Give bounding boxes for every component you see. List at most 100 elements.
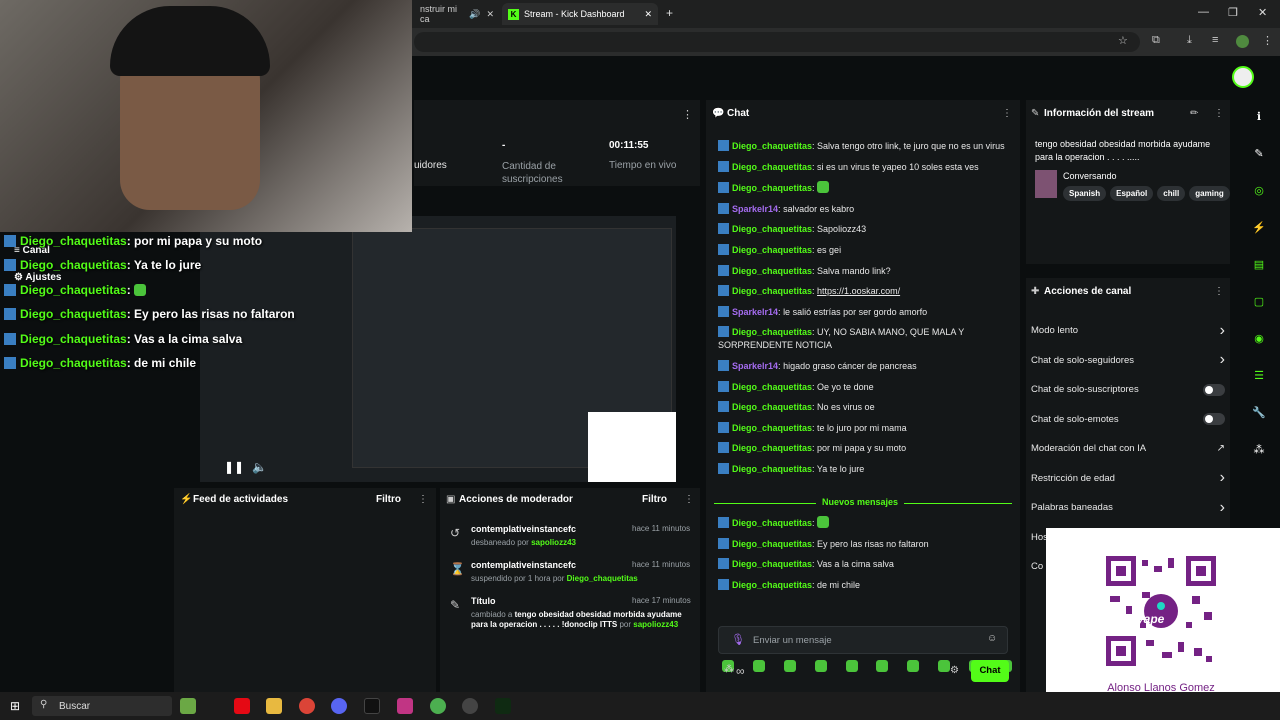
channel-action-item[interactable]: Restricción de edad › <box>1031 464 1225 494</box>
channel-action-item[interactable]: Chat de solo-seguidores › <box>1031 346 1225 376</box>
profile-avatar[interactable] <box>1236 35 1249 48</box>
browser-tab-2[interactable]: K Stream - Kick Dashboard ✕ <box>502 3 658 25</box>
taskbar-search[interactable]: ⚲ Buscar <box>32 696 172 716</box>
broadcast-icon[interactable]: ◉ <box>1249 328 1269 348</box>
channel-action-item[interactable]: Moderación del chat con IA ↗ <box>1031 434 1225 464</box>
more-options-icon[interactable]: ⋮ <box>1214 108 1224 119</box>
emoji-icon[interactable]: ☺ <box>987 633 997 644</box>
info-icon[interactable]: ℹ <box>1249 106 1269 126</box>
chat-text: Sapoliozz43 <box>817 224 867 235</box>
close-tab-icon[interactable]: ✕ <box>486 9 494 20</box>
volume-icon[interactable]: 🔈 <box>252 460 267 474</box>
user-badge-icon <box>718 243 729 255</box>
chat-username[interactable]: Diego_chaquetitas <box>732 518 812 528</box>
tab-title: nstruir mi ca <box>420 4 458 24</box>
emote-icon[interactable] <box>814 660 827 672</box>
chat-username[interactable]: Diego_chaquetitas <box>732 382 812 392</box>
discord-icon[interactable] <box>331 698 347 714</box>
microphone-icon[interactable]: 🎙 <box>731 633 745 646</box>
download-icon[interactable]: ⤓ <box>1187 34 1192 47</box>
file-explorer-icon[interactable] <box>266 698 282 714</box>
chat-username[interactable]: Diego_chaquetitas <box>732 443 812 453</box>
kick-app-icon[interactable] <box>495 698 511 714</box>
emote-icon[interactable] <box>845 660 858 672</box>
note-icon[interactable]: ▤ <box>1249 254 1269 274</box>
wrench-icon[interactable]: 🔧 <box>1249 402 1269 422</box>
chat-username[interactable]: Diego_chaquetitas <box>732 402 812 412</box>
chat-username[interactable]: Diego_chaquetitas <box>732 162 812 172</box>
more-options-icon[interactable]: ⋮ <box>418 494 428 505</box>
chevron-right-icon: › <box>1219 469 1225 487</box>
instagram-icon[interactable] <box>397 698 413 714</box>
target-icon[interactable]: ◎ <box>1249 180 1269 200</box>
mod-filter-button[interactable]: Filtro <box>642 494 667 505</box>
new-tab-icon[interactable]: + <box>666 6 673 20</box>
chat-username[interactable]: Diego_chaquetitas <box>732 183 812 193</box>
toggle-switch[interactable] <box>1203 413 1225 426</box>
user-avatar[interactable] <box>1232 66 1254 88</box>
obs-icon[interactable] <box>462 698 478 714</box>
chat-icon[interactable]: ▢ <box>1249 291 1269 311</box>
chat-username[interactable]: Sparkelr14 <box>732 361 778 371</box>
channel-action-item[interactable]: Modo lento › <box>1031 316 1225 346</box>
send-chat-button[interactable]: Chat <box>971 660 1009 682</box>
chat-username[interactable]: Diego_chaquetitas <box>732 245 812 255</box>
chat-settings-icon[interactable]: ⚙ <box>950 665 959 676</box>
chat-username[interactable]: Sparkelr14 <box>732 204 778 214</box>
more-options-icon[interactable]: ⋮ <box>684 494 694 505</box>
chat-username[interactable]: Diego_chaquetitas <box>732 266 812 276</box>
pause-icon[interactable]: ❚❚ <box>224 460 244 474</box>
activity-filter-button[interactable]: Filtro <box>376 494 401 505</box>
emote-icon[interactable] <box>876 660 889 672</box>
chat-link[interactable]: https://1.ooskar.com/ <box>817 286 900 296</box>
chat-username[interactable]: Diego_chaquetitas <box>732 580 812 590</box>
chat-username[interactable]: Diego_chaquetitas <box>732 559 812 569</box>
chat-username[interactable]: Diego_chaquetitas <box>732 224 812 234</box>
chat-username[interactable]: Diego_chaquetitas <box>732 539 812 549</box>
chat-message: Sparkelr14: salvador es kabro <box>718 202 1008 216</box>
qr-code <box>1106 556 1216 666</box>
emote-icon[interactable] <box>752 660 765 672</box>
chat-username[interactable]: Diego_chaquetitas <box>732 286 812 296</box>
channel-action-item[interactable]: Chat de solo-emotes <box>1031 405 1225 435</box>
chat-input[interactable]: 🎙 Enviar un mensaje ☺ <box>718 626 1008 654</box>
more-options-icon[interactable]: ⋮ <box>682 108 693 121</box>
chat-username[interactable]: Diego_chaquetitas <box>732 464 812 474</box>
chat-username[interactable]: Diego_chaquetitas <box>732 327 812 337</box>
chat-username[interactable]: Sparkelr14 <box>732 307 778 317</box>
mod-item-user[interactable]: contemplativeinstancefc <box>471 524 576 534</box>
chat-username[interactable]: Diego_chaquetitas <box>732 423 812 433</box>
extensions-icon[interactable]: ⧉ <box>1152 34 1160 47</box>
browser-menu-icon[interactable]: ⋮ <box>1262 34 1273 47</box>
toggle-switch[interactable] <box>1203 383 1225 396</box>
browser-tab-1[interactable]: nstruir mi ca 🔊 ✕ <box>414 3 500 25</box>
tiktok-icon[interactable] <box>364 698 380 714</box>
media-icon[interactable]: ≡ <box>1212 34 1218 46</box>
emote-icon[interactable] <box>938 660 951 672</box>
channel-action-item[interactable]: Palabras baneadas › <box>1031 493 1225 523</box>
netflix-icon[interactable] <box>234 698 250 714</box>
maximize-icon[interactable]: ❐ <box>1228 6 1238 19</box>
close-window-icon[interactable]: ✕ <box>1258 6 1267 19</box>
more-options-icon[interactable]: ⋮ <box>1214 286 1224 297</box>
close-tab-icon[interactable]: ✕ <box>644 9 652 20</box>
address-bar[interactable] <box>414 32 1140 52</box>
chrome-icon[interactable] <box>299 698 315 714</box>
layout-icon[interactable]: ☰ <box>1249 365 1269 385</box>
chat-username[interactable]: Diego_chaquetitas <box>732 141 812 151</box>
windows-start-icon[interactable]: ⊞ <box>10 699 20 713</box>
channel-action-item[interactable]: Chat de solo-suscriptores <box>1031 375 1225 405</box>
pencil-icon[interactable]: ✎ <box>1249 143 1269 163</box>
mod-item-user[interactable]: contemplativeinstancefc <box>471 560 576 570</box>
pencil-icon[interactable]: ✏ <box>1190 108 1198 119</box>
dots-icon[interactable]: ⁂ <box>1249 439 1269 459</box>
more-options-icon[interactable]: ⋮ <box>1002 108 1012 119</box>
settings-dots-icon[interactable]: ⁂ <box>724 664 734 675</box>
lightning-icon[interactable]: ⚡ <box>1249 217 1269 237</box>
chrome-active-icon[interactable] <box>430 698 446 714</box>
bookmark-star-icon[interactable]: ☆ <box>1118 34 1128 47</box>
taskbar-app-icon[interactable] <box>180 698 196 714</box>
minimize-icon[interactable]: — <box>1198 6 1209 18</box>
emote-icon[interactable] <box>783 660 796 672</box>
emote-icon[interactable] <box>907 660 920 672</box>
